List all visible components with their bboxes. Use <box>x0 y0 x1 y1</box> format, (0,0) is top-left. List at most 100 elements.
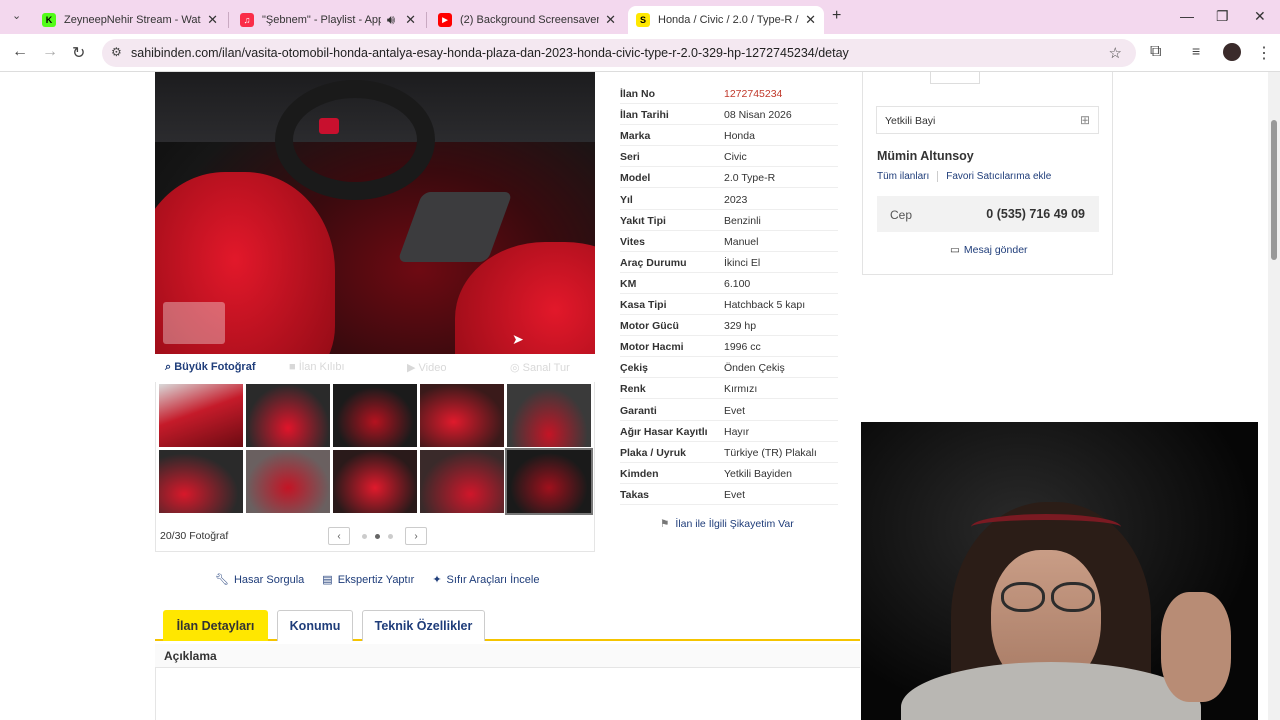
phone-number[interactable]: 0 (535) 716 49 09 <box>986 207 1085 221</box>
browser-tab-kick[interactable]: K ZeyneepNehir Stream - Watch Live ✕ <box>34 6 226 34</box>
thumbnail[interactable] <box>333 450 417 513</box>
reload-icon[interactable]: ↻ <box>72 43 85 63</box>
virtual-tour-label: Sanal Tur <box>522 362 570 374</box>
scrollbar-thumb[interactable] <box>1271 120 1277 260</box>
thumbnail[interactable] <box>159 450 243 513</box>
video-label: Video <box>418 362 447 374</box>
report-listing-label: İlan ile İlgili Şikayetim Var <box>675 518 794 530</box>
thumbnail[interactable] <box>159 384 243 447</box>
detail-value: 08 Nisan 2026 <box>724 109 792 122</box>
extensions-icon[interactable]: ⧉ <box>1150 43 1161 61</box>
thumbnail[interactable] <box>420 384 504 447</box>
detail-row: Takas Evet <box>620 484 838 505</box>
listing-tabs: İlan Detayları Konumu Teknik Özellikler <box>155 610 860 641</box>
site-info-icon[interactable]: ⚙ <box>111 45 122 59</box>
detail-value: Türkiye (TR) Plakalı <box>724 446 817 459</box>
detail-value: 2.0 Type-R <box>724 172 776 185</box>
detail-value[interactable]: 1272745234 <box>724 88 782 100</box>
new-cars-link[interactable]: ✦ Sıfır Araçları İncele <box>432 573 539 587</box>
center-console-shape <box>397 192 513 262</box>
page-scrollbar[interactable] <box>1268 72 1280 720</box>
url-bar[interactable]: ⚙ sahibinden.com/ilan/vasita-otomobil-ho… <box>102 39 1136 67</box>
description-header: Açıklama <box>155 644 860 668</box>
thumbnail[interactable] <box>246 384 330 447</box>
page-dot[interactable] <box>362 533 367 539</box>
thumbnail[interactable] <box>420 450 504 513</box>
new-tab-icon[interactable]: + <box>832 7 841 25</box>
phone-box[interactable]: Cep 0 (535) 716 49 09 <box>877 196 1099 232</box>
detail-key: Model <box>620 172 651 185</box>
all-listings-link[interactable]: Tüm ilanları <box>877 171 929 182</box>
minimize-icon[interactable]: — <box>1180 8 1194 24</box>
browser-tab-youtube[interactable]: ▶ (2) Background Screensaver for TV ✕ <box>430 6 624 34</box>
detail-value: Hatchback 5 kapı <box>724 299 806 311</box>
large-photo-button[interactable]: ⌕ Büyük Fotoğraf <box>165 361 256 374</box>
detail-row: Ağır Hasar Kayıtlı Hayır <box>620 421 838 442</box>
detail-row: Seri Civic <box>620 146 838 168</box>
media-controls-icon[interactable]: ≡ <box>1192 43 1200 59</box>
window-close-icon[interactable]: ✕ <box>1254 8 1266 25</box>
audio-icon[interactable]: 🔊︎ <box>387 12 395 28</box>
prev-page-icon[interactable]: ‹ <box>328 527 350 545</box>
browser-tab-apple-music[interactable]: ♫ "Şebnem" - Playlist - Apple Music 🔊︎ ✕ <box>232 6 424 34</box>
virtual-tour-button[interactable]: ◎ Sanal Tur <box>510 361 570 374</box>
expertise-link[interactable]: ▤ Ekspertiz Yaptır <box>322 573 414 587</box>
add-favorite-seller-link[interactable]: Favori Satıcılarıma ekle <box>946 171 1051 182</box>
tab-search-icon[interactable]: ⌄ <box>12 9 21 22</box>
thumbnail[interactable] <box>507 384 591 447</box>
browser-tab-sahibinden[interactable]: S Honda / Civic / 2.0 / Type-R / Araba ✕ <box>628 6 824 34</box>
damage-query-link[interactable]: 🔧︎ Hasar Sorgula <box>215 573 304 587</box>
url-text[interactable]: sahibinden.com/ilan/vasita-otomobil-hond… <box>131 46 849 60</box>
listing-video-button[interactable]: ■ İlan Kılıbı <box>289 361 345 373</box>
detail-key: Renk <box>620 383 646 396</box>
send-message-link[interactable]: ▭ Mesaj gönder <box>950 244 1028 256</box>
detail-key: Marka <box>620 130 651 143</box>
bookmark-star-icon[interactable]: ☆ <box>1109 44 1122 62</box>
large-photo-label: Büyük Fotoğraf <box>174 361 256 373</box>
honda-logo-shape <box>319 118 339 134</box>
close-icon[interactable]: ✕ <box>207 12 218 28</box>
next-page-icon[interactable]: › <box>405 527 427 545</box>
report-listing-link[interactable]: ⚑ İlan ile İlgili Şikayetim Var <box>660 518 794 530</box>
close-icon[interactable]: ✕ <box>605 12 616 28</box>
tab-technical-specs[interactable]: Teknik Özellikler <box>362 610 485 641</box>
detail-key: Plaka / Uyruk <box>620 446 686 459</box>
video-button[interactable]: ▶ Video <box>407 361 446 374</box>
tab-listing-details[interactable]: İlan Detayları <box>163 610 268 641</box>
back-icon[interactable]: ← <box>12 43 28 61</box>
page-dot[interactable] <box>388 533 393 539</box>
tour-icon: ◎ <box>510 362 523 374</box>
detail-value: Civic <box>724 151 747 164</box>
mouse-cursor-icon: ➤ <box>512 331 524 347</box>
thumbnail[interactable] <box>333 384 417 447</box>
tab-title: (2) Background Screensaver for TV <box>460 14 600 26</box>
detail-key: Araç Durumu <box>620 256 687 269</box>
restore-icon[interactable]: ❐ <box>1216 8 1229 25</box>
detail-key: Kasa Tipi <box>620 299 667 311</box>
close-icon[interactable]: ✕ <box>805 12 816 28</box>
authorized-dealer-badge: Yetkili Bayi ⊞ <box>876 106 1099 134</box>
detail-key: Ağır Hasar Kayıtlı <box>620 425 708 438</box>
detail-value: Önden Çekiş <box>724 362 785 375</box>
detail-row: KM 6.100 <box>620 273 838 294</box>
forward-icon[interactable]: → <box>42 43 58 61</box>
sahibinden-favicon-icon: S <box>636 13 650 27</box>
page-dot-active[interactable] <box>375 533 380 539</box>
tab-label: Teknik Özellikler <box>374 619 473 633</box>
detail-key: Vites <box>620 235 645 248</box>
main-car-photo[interactable]: ➤ <box>155 72 595 354</box>
hand-shape <box>1161 592 1231 702</box>
close-icon[interactable]: ✕ <box>405 12 416 28</box>
profile-avatar-icon[interactable] <box>1223 43 1241 61</box>
tab-separator <box>426 12 427 28</box>
detail-row: Çekiş Önden Çekiş <box>620 357 838 379</box>
detail-value: Honda <box>724 130 755 143</box>
detail-row: Model 2.0 Type-R <box>620 167 838 189</box>
thumbnail[interactable] <box>246 450 330 513</box>
menu-icon[interactable]: ⋮ <box>1256 43 1272 63</box>
thumbnail-selected[interactable] <box>505 448 593 515</box>
listing-video-label: İlan Kılıbı <box>298 361 345 373</box>
tab-location[interactable]: Konumu <box>277 610 353 641</box>
description-title: Açıklama <box>164 649 217 663</box>
seller-logo <box>930 72 980 84</box>
